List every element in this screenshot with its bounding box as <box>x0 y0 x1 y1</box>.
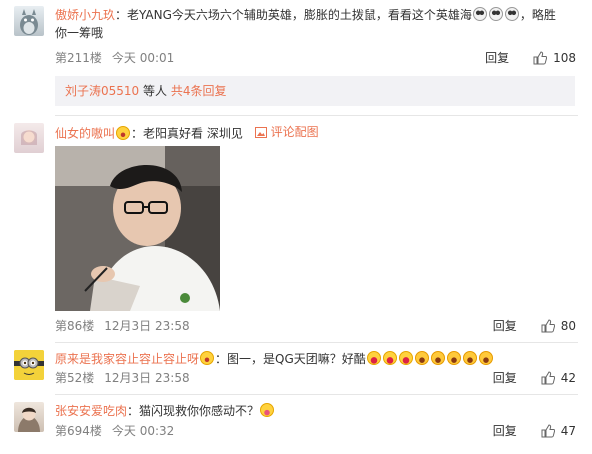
comment-actions: 回复 42 <box>493 370 576 386</box>
reply-button[interactable]: 回复 <box>485 50 509 66</box>
like-button[interactable]: 42 <box>541 370 576 386</box>
thumbs-up-icon <box>541 319 555 333</box>
sub-reply-user[interactable]: 刘子涛05510 <box>65 84 139 98</box>
laugh-emoji-icon <box>366 351 381 365</box>
avatar[interactable] <box>14 123 44 153</box>
like-button[interactable]: 108 <box>533 50 576 66</box>
like-button[interactable]: 47 <box>541 423 576 439</box>
laugh-emoji-icon <box>398 351 413 365</box>
girl-emoji-icon <box>116 125 131 140</box>
shock-emoji-icon <box>478 351 493 365</box>
avatar[interactable] <box>14 350 44 380</box>
comment-username[interactable]: 傲娇小九玖 <box>55 8 115 22</box>
comment-image-link[interactable]: 评论配图 <box>254 123 319 141</box>
laugh-emoji-icon <box>382 351 397 365</box>
sub-reply-count-link[interactable]: 共4条回复 <box>171 84 227 98</box>
reply-button[interactable]: 回复 <box>493 423 517 439</box>
comment-body: ：猫闪现救你你感动不？ <box>127 404 260 418</box>
yum-emoji-icon <box>260 403 275 417</box>
like-count: 108 <box>553 51 576 65</box>
person-avatar-icon <box>18 407 40 432</box>
girl-avatar-icon <box>21 130 37 145</box>
floor-number: 第211楼 <box>55 51 102 65</box>
comment-image-label: 评论配图 <box>270 125 319 139</box>
comment-meta: 第86楼 12月3日 23:58 <box>55 318 190 334</box>
floor-number: 第694楼 <box>55 424 102 438</box>
comment-username[interactable]: 仙女的嗷叫 <box>55 127 115 141</box>
sub-replies-box: 刘子涛05510 等人 共4条回复 <box>55 76 575 106</box>
panda-emoji-icon <box>504 7 519 21</box>
like-count: 47 <box>560 424 576 438</box>
avatar[interactable] <box>14 6 44 36</box>
divider <box>55 115 578 116</box>
comment-username[interactable]: 张安安爱吃肉 <box>55 404 127 418</box>
thumbs-up-icon <box>541 424 555 438</box>
comment-text: 仙女的嗷叫 ：老阳真好看 深圳见 评论配图 <box>55 123 578 143</box>
photo-boy-signing <box>55 146 220 311</box>
comment-body: ：老阳真好看 深圳见 <box>131 126 243 141</box>
comment-time: 12月3日 23:58 <box>104 319 190 333</box>
comment-text-line2: 你一筹哦 <box>55 24 578 42</box>
comment-meta: 第211楼 今天 00:01 <box>55 50 174 66</box>
panda-emoji-icon <box>472 7 487 21</box>
comment-time: 今天 00:32 <box>111 424 175 438</box>
comment-actions: 回复 80 <box>493 318 576 334</box>
floor-number: 第52楼 <box>55 371 95 385</box>
comment-body: ：老YANG今天六场六个辅助英雄，膨胀的土拨鼠，看看这个英雄海 <box>115 8 472 22</box>
minion-avatar-icon <box>14 350 44 380</box>
shock-emoji-icon <box>430 351 445 365</box>
comment-body: ：图一，是QG天团嘛？好酷 <box>215 352 366 366</box>
divider <box>55 342 578 343</box>
sub-reply-middle: 等人 <box>139 84 171 98</box>
shock-emoji-icon <box>462 351 477 365</box>
shock-emoji-icon <box>414 351 429 365</box>
comment-time: 12月3日 23:58 <box>104 371 190 385</box>
comment-time: 今天 00:01 <box>111 51 175 65</box>
like-count: 42 <box>560 371 576 385</box>
totoro-avatar-icon <box>20 9 38 35</box>
comment-meta: 第52楼 12月3日 23:58 <box>55 370 190 386</box>
comment-actions: 回复 108 <box>485 50 576 66</box>
comment-username[interactable]: 原来是我家容止容止容止呀 <box>55 352 199 366</box>
image-icon <box>254 126 267 138</box>
reply-button[interactable]: 回复 <box>493 318 517 334</box>
like-count: 80 <box>560 319 576 333</box>
comment-text: 原来是我家容止容止容止呀 ：图一，是QG天团嘛？好酷 <box>55 350 578 368</box>
divider <box>55 394 578 395</box>
girl-emoji-icon <box>200 351 215 365</box>
floor-number: 第86楼 <box>55 319 95 333</box>
comment-photo[interactable] <box>55 146 220 311</box>
like-button[interactable]: 80 <box>541 318 576 334</box>
reply-button[interactable]: 回复 <box>493 370 517 386</box>
thumbs-up-icon <box>533 51 548 65</box>
comment-body-line2: 你一筹哦 <box>55 26 104 40</box>
panda-emoji-icon <box>488 7 503 21</box>
comment-meta: 第694楼 今天 00:32 <box>55 423 174 439</box>
comment-body-tail: ，略胜 <box>519 8 556 22</box>
thumbs-up-icon <box>541 371 555 385</box>
comment-text: 傲娇小九玖：老YANG今天六场六个辅助英雄，膨胀的土拨鼠，看看这个英雄海 ，略胜 <box>55 6 578 24</box>
avatar[interactable] <box>14 402 44 432</box>
shock-emoji-icon <box>446 351 461 365</box>
comment-text: 张安安爱吃肉：猫闪现救你你感动不？ <box>55 402 578 420</box>
comment-actions: 回复 47 <box>493 423 576 439</box>
